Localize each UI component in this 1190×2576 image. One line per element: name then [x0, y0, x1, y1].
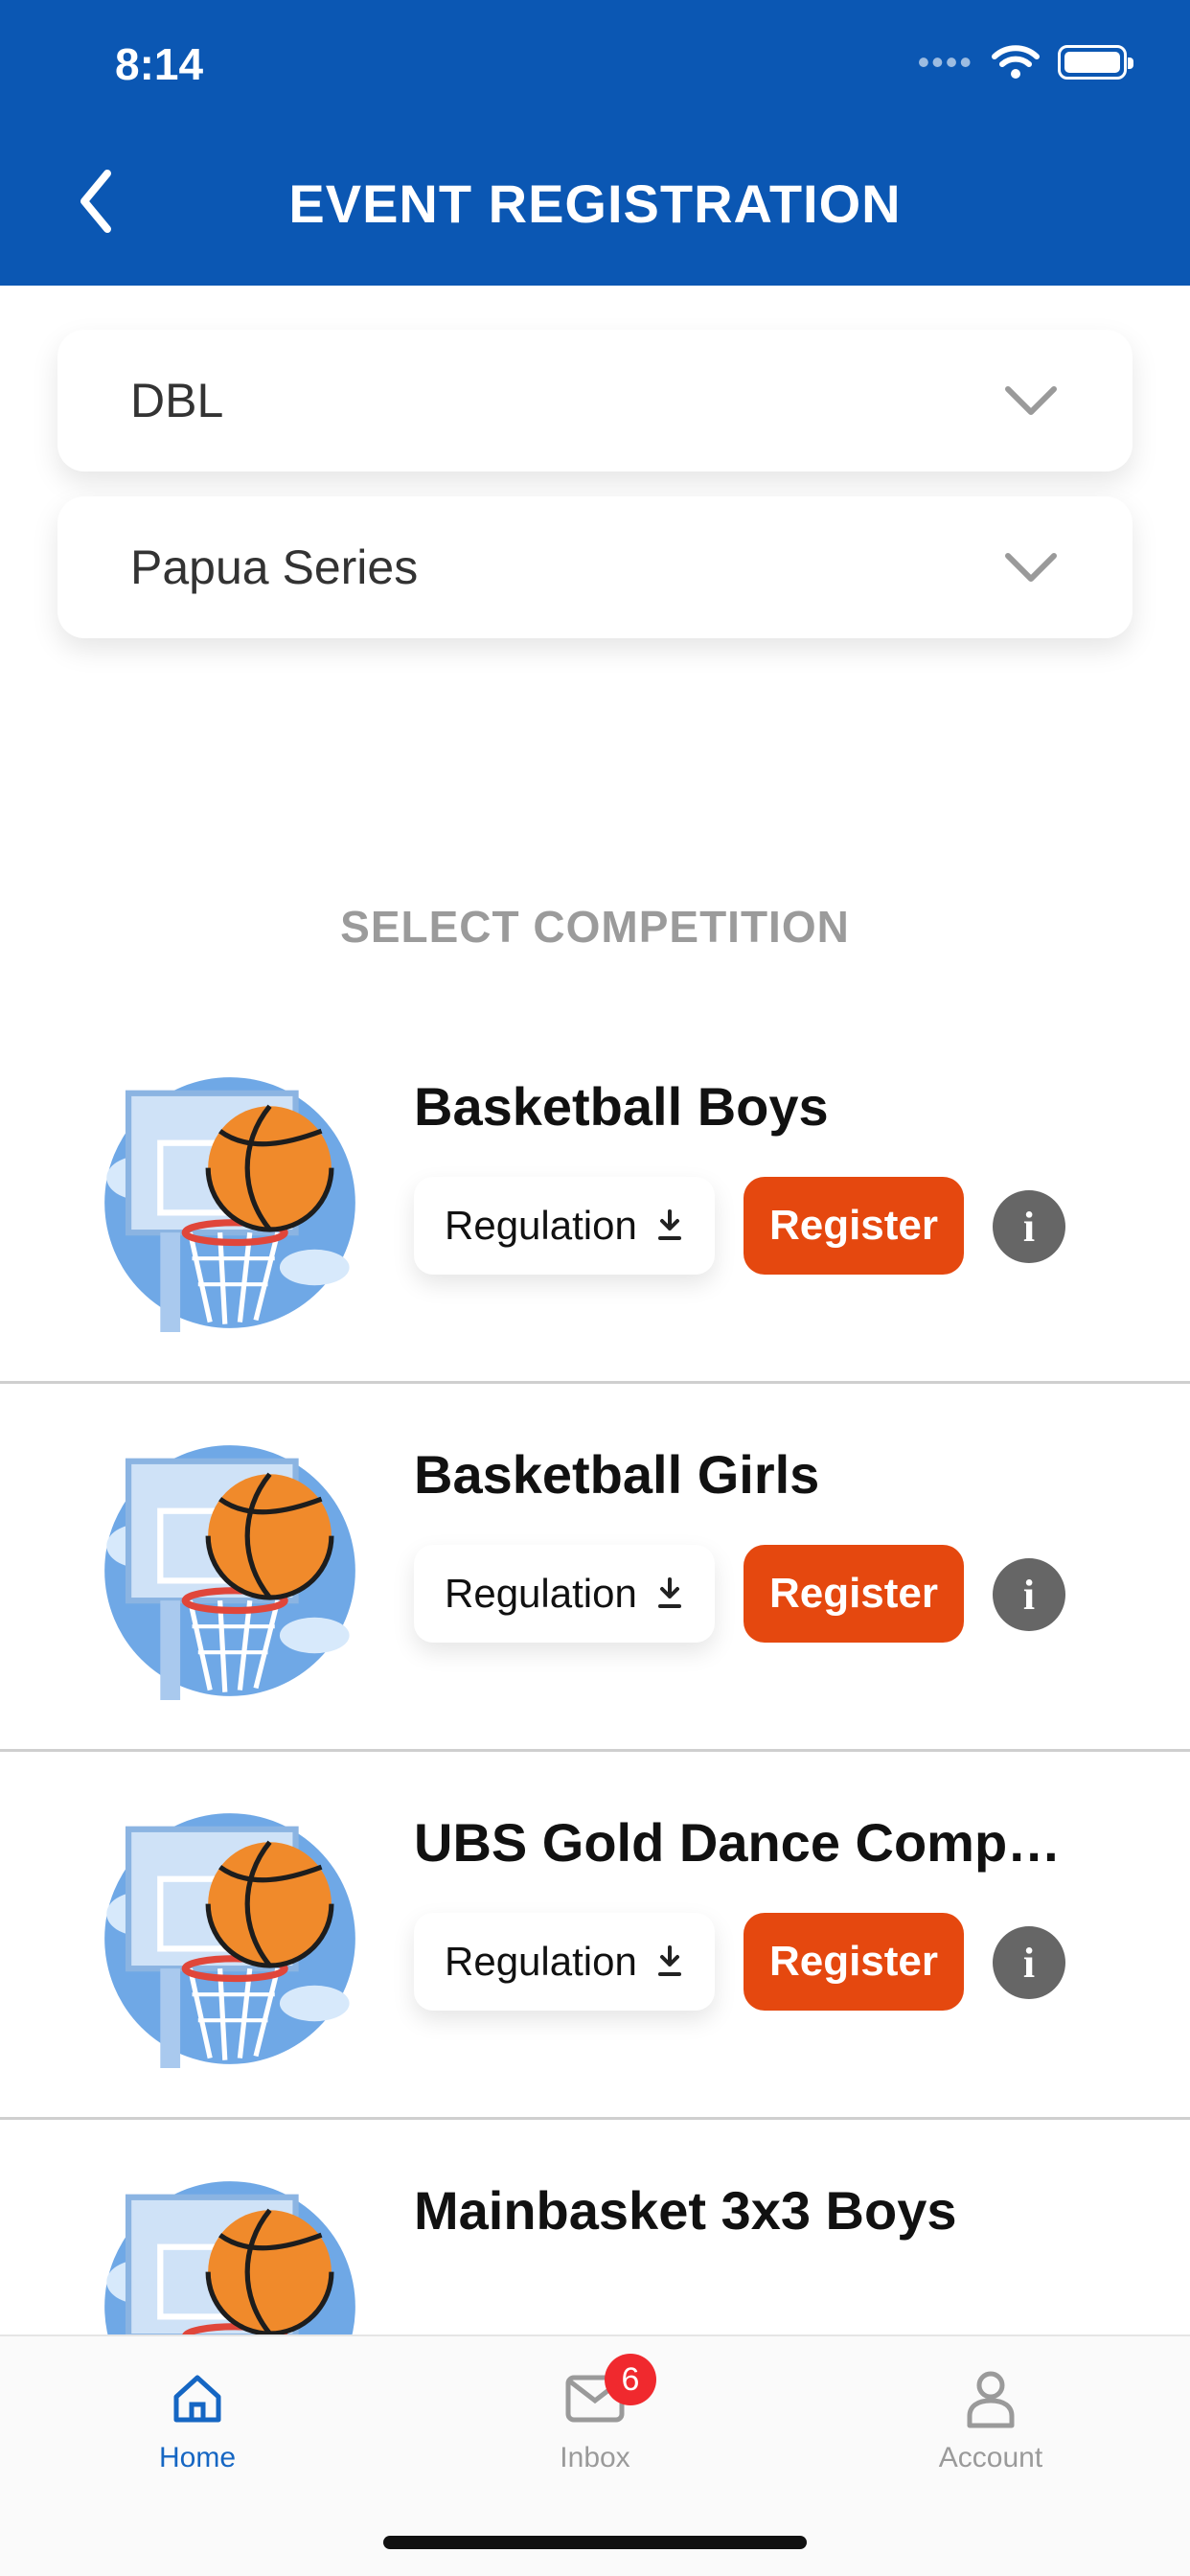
- download-icon: [657, 1577, 681, 1608]
- register-button[interactable]: Register: [744, 1177, 964, 1275]
- info-icon[interactable]: i: [993, 1558, 1065, 1631]
- regulation-label: Regulation: [445, 1571, 637, 1616]
- tab-home-label: Home: [158, 2442, 237, 2473]
- list-item: Basketball Girls Regulation Register i: [0, 1384, 1190, 1752]
- header-bar: 8:14 •••• EVENT REGISTRATION: [0, 0, 1190, 286]
- register-button[interactable]: Register: [744, 1545, 964, 1643]
- competition-name: Basketball Boys: [414, 1076, 829, 1137]
- regulation-download-button[interactable]: Regulation: [414, 1545, 715, 1643]
- chevron-down-icon: [1002, 381, 1060, 420]
- tab-home[interactable]: Home: [92, 2365, 303, 2474]
- dropdown-organization[interactable]: DBL: [57, 330, 1133, 472]
- signal-icon: ••••: [917, 42, 973, 81]
- basketball-hoop-thumbnail: [96, 1441, 364, 1700]
- info-icon[interactable]: i: [993, 1190, 1065, 1263]
- dropdown-organization-value: DBL: [130, 374, 224, 427]
- download-icon: [657, 1209, 681, 1240]
- section-title: SELECT COMPETITION: [340, 902, 850, 952]
- competition-name: Mainbasket 3x3 Boys: [414, 2180, 957, 2241]
- tab-inbox-label: Inbox: [560, 2442, 630, 2473]
- dropdown-series[interactable]: Papua Series: [57, 496, 1133, 638]
- chevron-down-icon: [1002, 548, 1060, 586]
- download-icon: [657, 1945, 681, 1976]
- regulation-label: Regulation: [445, 1939, 637, 1984]
- page-title: EVENT REGISTRATION: [288, 173, 902, 234]
- basketball-hoop-thumbnail: [96, 1073, 364, 1332]
- home-indicator[interactable]: [383, 2536, 807, 2549]
- basketball-hoop-thumbnail: [96, 1809, 364, 2068]
- battery-icon: [1058, 45, 1133, 80]
- inbox-badge: 6: [605, 2354, 656, 2405]
- regulation-download-button[interactable]: Regulation: [414, 1913, 715, 2011]
- regulation-download-button[interactable]: Regulation: [414, 1177, 715, 1275]
- dropdown-series-value: Papua Series: [130, 540, 419, 594]
- status-icons: ••••: [917, 42, 1133, 82]
- user-icon: [885, 2365, 1096, 2432]
- regulation-label: Regulation: [445, 1203, 637, 1248]
- competition-name: Basketball Girls: [414, 1444, 820, 1505]
- tab-account-label: Account: [938, 2442, 1043, 2473]
- tab-account[interactable]: Account: [885, 2365, 1096, 2474]
- status-time: 8:14: [115, 39, 204, 89]
- wifi-icon: [992, 45, 1040, 79]
- mail-icon: 6: [490, 2354, 700, 2432]
- register-button[interactable]: Register: [744, 1913, 964, 2011]
- info-icon[interactable]: i: [993, 1926, 1065, 1999]
- competition-name: UBS Gold Dance Compet...: [414, 1812, 1085, 1873]
- home-icon: [92, 2365, 303, 2432]
- tab-inbox[interactable]: 6 Inbox: [490, 2354, 700, 2474]
- list-item: UBS Gold Dance Compet... Regulation Regi…: [0, 1752, 1190, 2120]
- list-item: Basketball Boys Regulation Register i: [0, 1016, 1190, 1384]
